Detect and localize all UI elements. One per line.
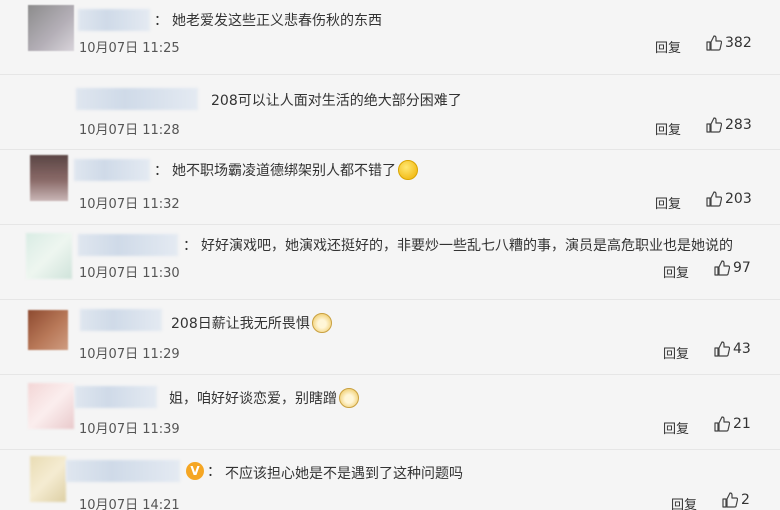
- like-count: 2: [741, 492, 750, 508]
- like-button[interactable]: 2: [722, 492, 750, 508]
- avatar[interactable]: [30, 456, 66, 502]
- comment-list: ： 她老爱发这些正义悲春伤秋的东西 10月07日 11:25 回复 382 20…: [0, 0, 780, 510]
- comment-item: 208日薪让我无所畏惧 10月07日 11:29 回复 43: [0, 300, 780, 375]
- comment-timestamp: 10月07日 11:32: [79, 197, 180, 212]
- colon-separator: ：: [207, 464, 221, 480]
- avatar[interactable]: [28, 310, 68, 350]
- thumbs-up-icon: [706, 35, 722, 51]
- like-button[interactable]: 97: [714, 260, 751, 276]
- comment-item: 姐，咱好好谈恋爱，别瞎蹭 10月07日 11:39 回复 21: [0, 375, 780, 450]
- username-blurred[interactable]: [78, 9, 150, 31]
- avatar[interactable]: [30, 155, 68, 201]
- reply-button[interactable]: 回复: [655, 193, 681, 212]
- like-button[interactable]: 43: [714, 341, 751, 357]
- like-button[interactable]: 203: [706, 191, 752, 207]
- like-button[interactable]: 382: [706, 35, 752, 51]
- comment-text: 好好演戏吧，她演戏还挺好的，非要炒一些乱七八糟的事，演员是高危职业也是她说的: [201, 238, 733, 254]
- dog-emoji-icon: [311, 313, 332, 333]
- comment-timestamp: 10月07日 11:39: [79, 422, 180, 437]
- comment-item: ： 她老爱发这些正义悲春伤秋的东西 10月07日 11:25 回复 382: [0, 0, 780, 75]
- avatar[interactable]: [28, 80, 74, 126]
- username-blurred[interactable]: [66, 460, 180, 482]
- comment-timestamp: 10月07日 11:25: [79, 41, 180, 56]
- like-count: 283: [725, 117, 752, 133]
- comment-text: 208日薪让我无所畏惧: [171, 313, 332, 333]
- reply-button[interactable]: 回复: [655, 119, 681, 138]
- comment-text: 208可以让人面对生活的绝大部分困难了: [211, 93, 462, 109]
- like-button[interactable]: 21: [714, 416, 751, 432]
- comment-text: 她不职场霸凌道德绑架别人都不错了: [172, 160, 418, 180]
- like-count: 203: [725, 191, 752, 207]
- comment-item: V ： 不应该担心她是不是遇到了这种问题吗 10月07日 14:21 回复 2: [0, 450, 780, 510]
- thumbs-up-icon: [714, 341, 730, 357]
- like-count: 21: [733, 416, 751, 432]
- smile-emoji-icon: [398, 160, 418, 180]
- comment-timestamp: 10月07日 11:28: [79, 123, 180, 138]
- reply-button[interactable]: 回复: [663, 343, 689, 362]
- comment-text: 不应该担心她是不是遇到了这种问题吗: [225, 466, 463, 482]
- comment-timestamp: 10月07日 11:30: [79, 266, 180, 281]
- comment-text: 姐，咱好好谈恋爱，别瞎蹭: [169, 388, 359, 408]
- comment-timestamp: 10月07日 14:21: [79, 498, 180, 510]
- comment-item: ： 好好演戏吧，她演戏还挺好的，非要炒一些乱七八糟的事，演员是高危职业也是她说的…: [0, 225, 780, 300]
- dog-emoji-icon: [339, 388, 359, 408]
- avatar[interactable]: [26, 233, 72, 279]
- username-blurred[interactable]: [76, 88, 198, 110]
- verified-badge-icon: V: [186, 462, 204, 480]
- username-blurred[interactable]: [75, 386, 157, 408]
- reply-button[interactable]: 回复: [671, 494, 697, 510]
- avatar[interactable]: [28, 383, 74, 429]
- thumbs-up-icon: [706, 117, 722, 133]
- reply-button[interactable]: 回复: [663, 262, 689, 281]
- thumbs-up-icon: [706, 191, 722, 207]
- username-blurred[interactable]: [80, 309, 162, 331]
- thumbs-up-icon: [722, 492, 738, 508]
- like-count: 43: [733, 341, 751, 357]
- username-blurred[interactable]: [78, 234, 178, 256]
- like-button[interactable]: 283: [706, 117, 752, 133]
- username-blurred[interactable]: [74, 159, 150, 181]
- like-count: 97: [733, 260, 751, 276]
- colon-separator: ：: [183, 238, 197, 254]
- like-count: 382: [725, 35, 752, 51]
- colon-separator: ：: [154, 163, 168, 179]
- avatar[interactable]: [28, 5, 74, 51]
- reply-button[interactable]: 回复: [655, 37, 681, 56]
- comment-text: 她老爱发这些正义悲春伤秋的东西: [172, 13, 382, 29]
- comment-item: 208可以让人面对生活的绝大部分困难了 10月07日 11:28 回复 283: [0, 75, 780, 150]
- comment-timestamp: 10月07日 11:29: [79, 347, 180, 362]
- thumbs-up-icon: [714, 416, 730, 432]
- comment-item: ： 她不职场霸凌道德绑架别人都不错了 10月07日 11:32 回复 203: [0, 150, 780, 225]
- colon-separator: ：: [154, 13, 168, 29]
- reply-button[interactable]: 回复: [663, 418, 689, 437]
- thumbs-up-icon: [714, 260, 730, 276]
